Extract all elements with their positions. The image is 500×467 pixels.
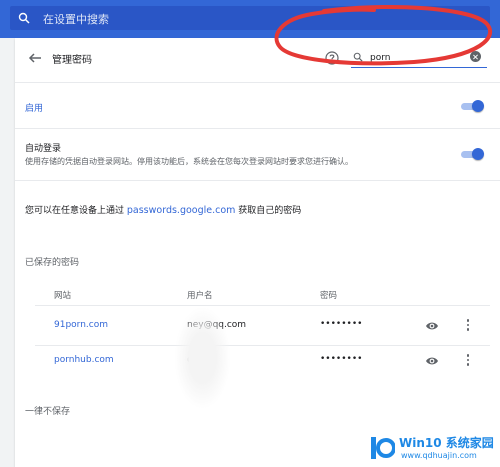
win10-logo-icon [371,437,395,459]
autologin-toggle[interactable] [461,148,484,160]
more-vert-icon[interactable] [465,319,471,333]
passwords-google-link[interactable]: passwords.google.com [127,205,236,216]
table-row: 91porn.com ney@qq.com •••••••• [35,310,490,344]
divider [15,180,500,181]
watermark-url: www.qdhuajin.com [401,451,477,460]
watermark-title: Win10 系统家园 [399,436,494,450]
more-vert-icon[interactable] [465,354,471,368]
passwords-card: 管理密码 启用 自动登录 使用存储的凭据自动登录网站。停用该功能后，系统会在您每… [15,38,500,467]
google-passwords-line: 您可以在任意设备上通过 passwords.google.com 获取自己的密码 [25,203,301,216]
clear-icon[interactable] [470,51,481,62]
settings-search-placeholder: 在设置中搜索 [43,13,109,26]
enable-label: 启用 [25,104,44,114]
autologin-description: 使用存储的凭据自动登录网站。停用该功能后，系统会在您每次登录网站时要求您进行确认… [25,157,353,166]
row-password: •••••••• [320,319,363,329]
saved-passwords-title: 已保存的密码 [25,258,80,268]
row-site[interactable]: pornhub.com [54,355,114,365]
row-password: •••••••• [320,354,363,364]
back-arrow-icon[interactable] [27,50,43,66]
help-icon[interactable] [325,51,339,65]
toggle-knob [472,100,484,112]
watermark: Win10 系统家园 www.qdhuajin.com [367,433,500,467]
table-row: pornhub.com ona •••••••• [35,345,490,379]
toggle-knob [472,148,484,160]
page-title: 管理密码 [52,55,92,66]
eye-icon[interactable] [425,320,439,332]
google-line-suffix: 获取自己的密码 [235,206,302,216]
search-icon [18,12,30,24]
password-search-field[interactable] [351,48,487,68]
divider [35,305,490,306]
magnifier-icon [353,52,363,62]
divider [15,128,500,129]
row-site[interactable]: 91porn.com [54,320,108,330]
eye-icon[interactable] [425,355,439,367]
enable-toggle[interactable] [461,100,484,112]
autologin-title: 自动登录 [25,144,62,154]
settings-top-bar: 在设置中搜索 [0,0,500,38]
password-search-input[interactable] [370,50,465,65]
google-line-prefix: 您可以在任意设备上通过 [25,206,127,216]
username-redaction-blur [175,308,230,408]
column-header-user: 用户名 [187,291,213,301]
divider [15,82,500,83]
column-header-site: 网站 [54,291,72,301]
column-header-password: 密码 [320,291,338,301]
settings-search-box[interactable]: 在设置中搜索 [10,6,490,30]
never-saved-title: 一律不保存 [25,407,71,417]
